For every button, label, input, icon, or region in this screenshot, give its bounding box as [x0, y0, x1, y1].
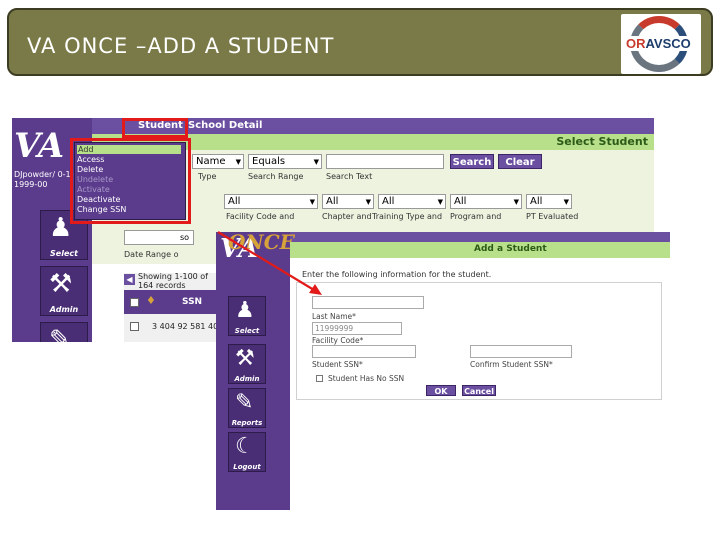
- filter-training-label: Training Type and: [372, 212, 443, 221]
- filter-training-select[interactable]: All: [378, 194, 446, 209]
- add-student-screenshot: VA ♟ Select ⚒ Admin ✎ Reports ☾ Logout O…: [216, 232, 670, 510]
- search-text-input[interactable]: [326, 154, 444, 169]
- s2-nav-admin-label: Admin: [234, 375, 260, 383]
- logo-text: ORAVSCO: [625, 36, 692, 51]
- moon-icon: ☾: [235, 434, 255, 459]
- s2-nav-select[interactable]: ♟ Select: [228, 296, 266, 336]
- s2-brand-once: ONCE: [228, 232, 295, 254]
- filter-program-label: Program and: [450, 212, 502, 221]
- filter-chapter-select[interactable]: All: [322, 194, 374, 209]
- no-ssn-checkbox[interactable]: [316, 375, 323, 382]
- s1-nav-reports[interactable]: ✎: [40, 322, 88, 342]
- s2-top-bar: ONCE: [228, 232, 670, 254]
- s2-nav-admin[interactable]: ⚒ Admin: [228, 344, 266, 384]
- student-ssn-input[interactable]: [470, 345, 572, 358]
- filter-facility-label: Facility Code and: [226, 212, 295, 221]
- logo-name: AVSCO: [645, 36, 691, 51]
- s1-nav-admin-label: Admin: [49, 305, 79, 314]
- row-ssn-cell[interactable]: 3 404 92 581 40: [152, 322, 218, 331]
- date-so-input[interactable]: so: [124, 230, 194, 245]
- s1-brand: VA: [14, 126, 65, 166]
- s1-nav-select-label: Select: [50, 249, 78, 258]
- s2-nav-reports-label: Reports: [231, 419, 263, 427]
- cancel-button[interactable]: Cancel: [462, 385, 496, 396]
- s2-nav-select-label: Select: [234, 327, 260, 335]
- s1-header-title: Select Student: [556, 135, 648, 148]
- s2-header-bar: Add a Student: [290, 242, 670, 258]
- s1-showing-text: Showing 1-100 of 164 records: [138, 272, 208, 290]
- slide-title: VA ONCE –ADD A STUDENT: [27, 34, 335, 58]
- facility-code-label: Facility Code*: [312, 336, 364, 345]
- student-ssn-label: Student SSN*: [312, 360, 363, 369]
- s2-sidebar: VA ♟ Select ⚒ Admin ✎ Reports ☾ Logout: [216, 232, 290, 510]
- logo-prefix: OR: [626, 36, 646, 51]
- people-icon: ♟: [235, 298, 255, 323]
- sort-icon[interactable]: ♦: [146, 294, 156, 307]
- tab-school-detail[interactable]: School Detail: [188, 120, 262, 131]
- last-name-label: Last Name*: [312, 312, 356, 321]
- reports-icon: ✎: [235, 390, 254, 415]
- confirm-ssn-label: Confirm Student SSN*: [470, 360, 553, 369]
- s2-nav-reports[interactable]: ✎ Reports: [228, 388, 266, 428]
- first-name-input[interactable]: [312, 296, 424, 309]
- wrench-icon: ⚒: [49, 269, 73, 299]
- clear-button[interactable]: Clear: [498, 154, 542, 169]
- filter-pt-label: PT Evaluated: [526, 212, 579, 221]
- filter-facility-select[interactable]: All: [224, 194, 318, 209]
- no-ssn-label: Student Has No SSN: [328, 374, 405, 383]
- wrench-icon: ⚒: [235, 346, 255, 371]
- s2-nav-logout-label: Logout: [233, 463, 261, 471]
- highlight-student-tab: [122, 118, 188, 138]
- facility-code-input[interactable]: [312, 345, 416, 358]
- select-all-checkbox[interactable]: [130, 298, 139, 307]
- prev-page-icon[interactable]: ◀: [124, 274, 135, 285]
- ok-button[interactable]: OK: [426, 385, 456, 396]
- filter-program-select[interactable]: All: [450, 194, 522, 209]
- s2-instruction: Enter the following information for the …: [302, 270, 492, 279]
- date-range-label: Date Range o: [124, 250, 179, 259]
- reports-icon: ✎: [49, 325, 71, 342]
- filter-pt-select[interactable]: All: [526, 194, 572, 209]
- search-button[interactable]: Search: [450, 154, 494, 169]
- s2-header-title: Add a Student: [474, 244, 547, 254]
- highlight-dropdown: [70, 138, 191, 224]
- s1-nav-admin[interactable]: ⚒ Admin: [40, 266, 88, 316]
- search-type-label: Type: [198, 172, 217, 181]
- search-range-select[interactable]: Equals: [248, 154, 322, 169]
- ssn-column-header[interactable]: SSN: [182, 297, 202, 307]
- oravsco-logo: ORAVSCO: [621, 14, 701, 74]
- search-range-label: Search Range: [248, 172, 304, 181]
- row-checkbox[interactable]: [130, 322, 139, 331]
- search-text-label: Search Text: [326, 172, 373, 181]
- search-type-select[interactable]: Name: [192, 154, 244, 169]
- last-name-input[interactable]: 11999999: [312, 322, 402, 335]
- people-icon: ♟: [49, 213, 73, 243]
- s2-nav-logout[interactable]: ☾ Logout: [228, 432, 266, 472]
- filter-chapter-label: Chapter and: [322, 212, 372, 221]
- slide-title-banner: VA ONCE –ADD A STUDENT ORAVSCO: [7, 8, 713, 76]
